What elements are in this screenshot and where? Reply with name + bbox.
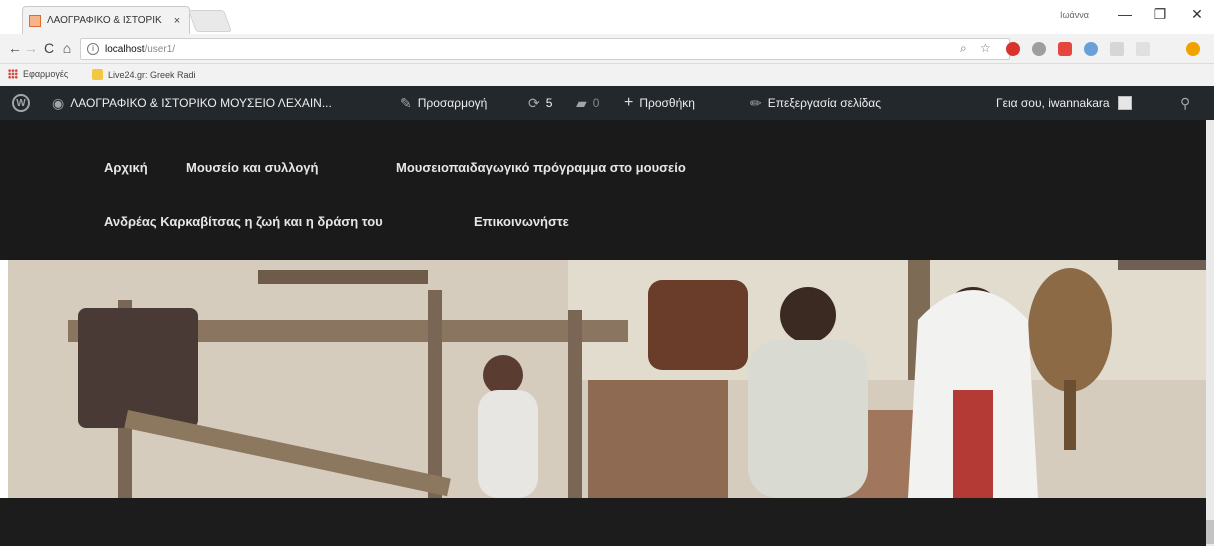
- forward-button[interactable]: →: [22, 40, 40, 56]
- updates-icon: ⟳: [528, 94, 540, 111]
- extension-icon[interactable]: [1032, 42, 1046, 56]
- browser-tab[interactable]: ΛΑΟΓΡΑΦΙΚΟ & ΙΣΤΟΡΙΚ ×: [22, 6, 190, 34]
- new-content-link[interactable]: + Προσθήκη: [624, 86, 695, 120]
- extension-icon[interactable]: [1084, 42, 1098, 56]
- url-host: localhost: [105, 43, 145, 55]
- hero-image: [8, 260, 1206, 498]
- dashboard-icon: ◉: [52, 94, 65, 111]
- extension-icon[interactable]: [1136, 42, 1150, 56]
- maximize-button[interactable]: ❐: [1145, 6, 1175, 23]
- scrollbar-thumb[interactable]: [1206, 520, 1214, 544]
- bookmarks-bar: Εφαρμογές Live24.gr: Greek Radi: [0, 64, 1214, 86]
- page-scrollbar[interactable]: [1206, 120, 1214, 546]
- new-content-label: Προσθήκη: [639, 96, 695, 110]
- site-name-label: ΛΑΟΓΡΑΦΙΚΟ & ΙΣΤΟΡΙΚΟ ΜΟΥΣΕΙΟ ΛΕΧΑΙΝ...: [70, 96, 332, 110]
- search-icon: ⚲: [1180, 94, 1191, 111]
- edit-page-link[interactable]: ✏ Επεξεργασία σελίδας: [750, 86, 881, 120]
- site-name-link[interactable]: ◉ ΛΑΟΓΡΑΦΙΚΟ & ΙΣΤΟΡΙΚΟ ΜΟΥΣΕΙΟ ΛΕΧΑΙΝ..…: [52, 86, 332, 120]
- pencil-icon: ✏: [750, 94, 762, 111]
- admin-search-button[interactable]: ⚲: [1180, 86, 1190, 120]
- home-button[interactable]: ⌂: [58, 40, 76, 56]
- zoom-icon[interactable]: ⌕: [960, 41, 967, 56]
- my-account-link[interactable]: Γεια σου, iwannakara: [996, 86, 1132, 120]
- nav-item-educational-program[interactable]: Μουσειοπαιδαγωγικό πρόγραμμα στο μουσείο: [396, 160, 686, 175]
- address-bar[interactable]: i localhost /user1/: [80, 38, 1010, 60]
- updates-link[interactable]: ⟳ 5: [528, 86, 552, 120]
- bookmark-label: Live24.gr: Greek Radi: [108, 69, 196, 80]
- nav-item-karkavitsas[interactable]: Ανδρέας Καρκαβίτσας η ζωή και η δράση το…: [104, 214, 383, 229]
- browser-toolbar: ← → C ⌂ i localhost /user1/ ⌕ ☆: [0, 34, 1214, 64]
- content-area: [0, 498, 1214, 546]
- edit-page-label: Επεξεργασία σελίδας: [767, 96, 882, 110]
- plus-icon: +: [624, 94, 634, 111]
- new-tab-button[interactable]: [187, 10, 233, 32]
- bookmark-live24[interactable]: Live24.gr: Greek Radi: [92, 69, 196, 80]
- hero-photo-illustration: [8, 260, 1206, 498]
- comment-icon: ▰: [576, 94, 587, 111]
- site-favicon-icon: [29, 14, 41, 27]
- greeting-label: Γεια σου, iwannakara: [996, 96, 1110, 110]
- tab-title: ΛΑΟΓΡΑΦΙΚΟ & ΙΣΤΟΡΙΚ: [47, 15, 162, 26]
- bookmark-apps[interactable]: Εφαρμογές: [8, 69, 68, 79]
- browser-tabstrip: ΛΑΟΓΡΑΦΙΚΟ & ΙΣΤΟΡΙΚ × Ιωάννα — ❐ ✕: [0, 0, 1214, 34]
- wordpress-logo-button[interactable]: W: [12, 86, 30, 120]
- site-header: Αρχική Μουσείο και συλλογή Μουσειοπαιδαγ…: [0, 120, 1214, 260]
- minimize-button[interactable]: —: [1110, 6, 1140, 22]
- info-icon[interactable]: i: [87, 43, 99, 55]
- updates-count: 5: [545, 96, 553, 110]
- customize-link[interactable]: ✎ Προσαρμογή: [400, 86, 487, 120]
- avatar: [1117, 96, 1132, 110]
- customize-label: Προσαρμογή: [417, 96, 488, 110]
- wp-admin-bar: W ◉ ΛΑΟΓΡΑΦΙΚΟ & ΙΣΤΟΡΙΚΟ ΜΟΥΣΕΙΟ ΛΕΧΑΙΝ…: [0, 86, 1214, 120]
- close-tab-icon[interactable]: ×: [171, 15, 183, 27]
- wordpress-icon: W: [12, 94, 30, 112]
- close-window-button[interactable]: ✕: [1182, 6, 1212, 23]
- nav-item-museum-collection[interactable]: Μουσείο και συλλογή: [186, 160, 318, 175]
- nav-item-home[interactable]: Αρχική: [104, 160, 148, 175]
- comments-count: 0: [592, 96, 600, 110]
- window-profile-name[interactable]: Ιωάννα: [1060, 10, 1089, 20]
- extension-icon[interactable]: [1058, 42, 1072, 56]
- nav-item-contact[interactable]: Επικοινωνήστε: [474, 214, 569, 229]
- extension-icon[interactable]: [1186, 42, 1200, 56]
- bookmark-label: Εφαρμογές: [23, 69, 69, 79]
- url-path: /user1/: [144, 43, 176, 55]
- extension-icon[interactable]: [1110, 42, 1124, 56]
- reload-button[interactable]: C: [40, 40, 58, 56]
- bookmark-favicon-icon: [92, 69, 103, 80]
- comments-link[interactable]: ▰ 0: [576, 86, 599, 120]
- brush-icon: ✎: [400, 94, 412, 111]
- bookmark-star-icon[interactable]: ☆: [980, 41, 991, 55]
- adblock-extension-icon[interactable]: [1006, 42, 1020, 56]
- apps-grid-icon: [8, 69, 18, 79]
